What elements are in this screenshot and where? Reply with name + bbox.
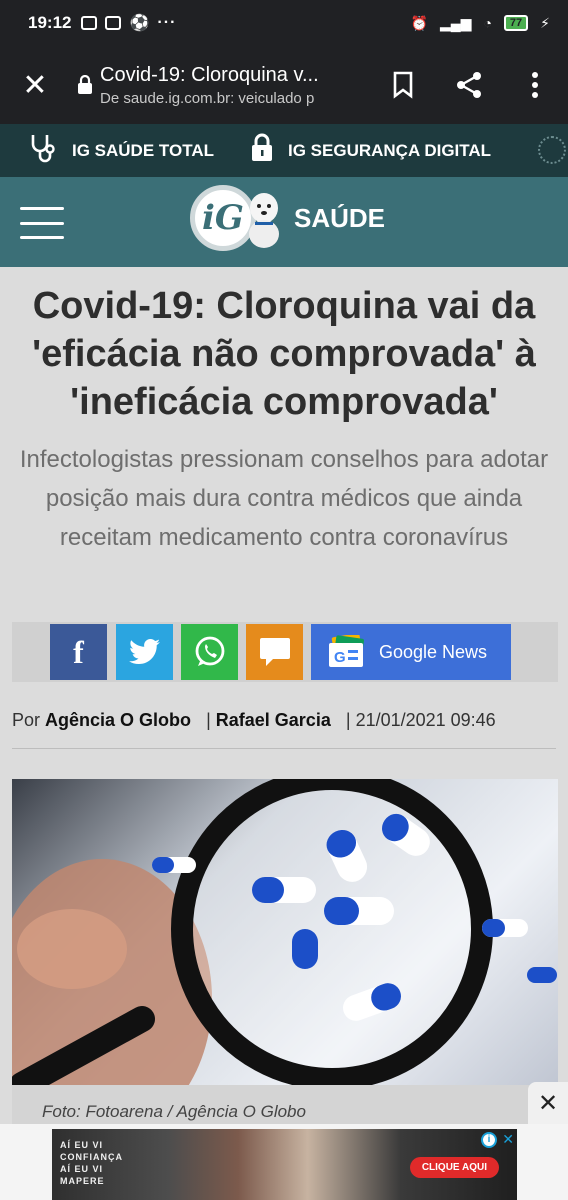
hamburger-menu-icon[interactable] — [20, 207, 64, 239]
ad-text-line: AÍ EU VI — [60, 1140, 104, 1150]
nav-item-label: IG SAÚDE TOTAL — [72, 140, 214, 160]
facebook-share-button[interactable]: f — [50, 624, 107, 680]
nav-item-seguranca-digital[interactable]: IG SEGURANÇA DIGITAL — [250, 133, 491, 168]
twitter-share-button[interactable] — [116, 624, 173, 680]
site-header: iG SAÚDE — [0, 177, 568, 267]
more-notifications-icon: ··· — [157, 14, 177, 31]
twitter-icon — [128, 639, 160, 664]
byline-author[interactable]: Rafael Garcia — [216, 710, 331, 730]
wifi-icon: ◔ — [483, 15, 492, 31]
article-headline: Covid-19: Cloroquina vai da 'eficácia nã… — [32, 285, 536, 423]
ad-text-line: MAPERE — [60, 1176, 105, 1186]
byline-separator: | — [335, 710, 351, 730]
overflow-menu-icon[interactable] — [502, 71, 568, 99]
google-news-icon: G — [329, 635, 364, 667]
comment-icon — [259, 638, 290, 666]
divider — [12, 748, 556, 749]
share-buttons: f G Google News — [12, 622, 558, 682]
section-name: SAÚDE — [294, 202, 386, 233]
ad-text: AÍ EU VI CONFIANÇA AÍ EU VI MAPERE — [60, 1139, 123, 1187]
facebook-icon: f — [73, 633, 84, 670]
ferris-wheel-icon[interactable] — [538, 136, 566, 164]
google-news-label: Google News — [379, 641, 488, 662]
signal-icon: ▂▄▆ — [439, 14, 472, 31]
close-icon[interactable]: ✕ — [0, 68, 70, 103]
ad-text-line: CONFIANÇA — [60, 1152, 123, 1162]
charging-icon: ⚡ — [540, 14, 550, 31]
ad-banner[interactable]: AÍ EU VI CONFIANÇA AÍ EU VI MAPERE CLIQU… — [52, 1129, 517, 1200]
comment-button[interactable] — [246, 624, 303, 680]
ad-text-line: AÍ EU VI — [60, 1164, 104, 1174]
byline-prefix: Por — [12, 710, 41, 730]
ad-cta-button[interactable]: CLIQUE AQUI — [409, 1157, 499, 1178]
browser-toolbar: ✕ Covid-19: Cloroquina v... De saude.ig.… — [0, 46, 568, 124]
byline-date: 21/01/2021 09:46 — [355, 710, 496, 730]
soccer-ball-icon: ⚽ — [129, 15, 150, 32]
whatsapp-share-button[interactable] — [181, 624, 238, 680]
ig-saude-logo[interactable]: iG SAÚDE — [190, 185, 385, 251]
article-photo[interactable] — [12, 779, 558, 1085]
ad-close-button[interactable]: ✕ — [528, 1082, 568, 1124]
page-info[interactable]: Covid-19: Cloroquina v... De saude.ig.co… — [100, 64, 370, 107]
ig-top-nav: IG SAÚDE TOTAL IG SEGURANÇA DIGITAL — [0, 124, 568, 177]
google-news-button[interactable]: G Google News — [311, 624, 511, 680]
whatsapp-icon — [195, 636, 224, 666]
page-title: Covid-19: Cloroquina v... — [100, 63, 319, 86]
dog-mascot-icon — [249, 193, 279, 248]
battery-indicator: 77 — [503, 15, 529, 31]
article-subtitle: Infectologistas pressionam conselhos par… — [19, 446, 549, 551]
photo-caption: Foto: Fotoarena / Agência O Globo — [42, 1102, 306, 1121]
byline-source[interactable]: Agência O Globo — [45, 710, 191, 730]
bookmark-icon[interactable] — [370, 71, 436, 99]
status-right: ⏰ ▂▄▆ ◔ 77 ⚡ — [411, 15, 550, 32]
svg-text:G: G — [334, 649, 346, 666]
byline: Por Agência O Globo | Rafael Garcia | 21… — [12, 710, 496, 731]
status-time: 19:12 — [28, 13, 72, 32]
ad-dismiss-icon[interactable]: ✕ — [502, 1131, 514, 1148]
magnifier-pills-illustration — [12, 779, 557, 1085]
padlock-icon — [250, 133, 274, 168]
page-url: De saude.ig.com.br: veiculado p — [100, 89, 315, 107]
notification-icons: ⚽ ··· — [81, 13, 176, 33]
lock-icon — [70, 75, 100, 95]
byline-separator: | — [196, 710, 211, 730]
nav-item-label: IG SEGURANÇA DIGITAL — [288, 140, 492, 160]
alarm-icon: ⏰ — [410, 14, 428, 31]
nav-item-saude-total[interactable]: IG SAÚDE TOTAL — [28, 132, 214, 169]
status-bar: 19:12 ⚽ ··· ⏰ ▂▄▆ ◔ 77 ⚡ — [0, 0, 568, 46]
share-icon[interactable] — [436, 70, 502, 100]
message-icon — [81, 16, 98, 30]
mail-icon — [105, 16, 122, 30]
stethoscope-icon — [28, 132, 58, 169]
ad-info-icon[interactable]: i — [481, 1132, 497, 1148]
